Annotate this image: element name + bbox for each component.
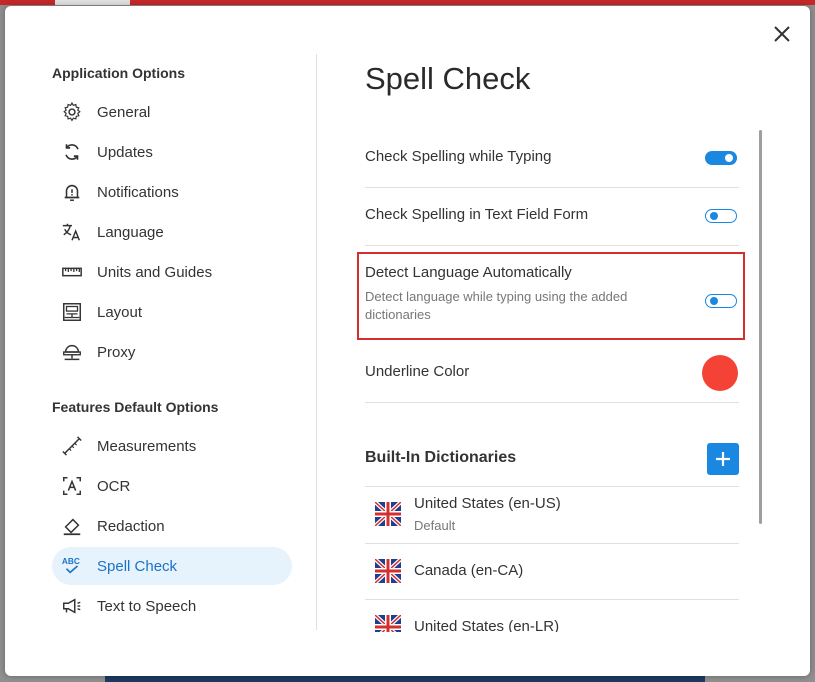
add-dictionary-button[interactable] bbox=[707, 443, 739, 475]
dictionary-name: United States (en-LR) bbox=[414, 618, 560, 632]
toggle-knob bbox=[710, 212, 718, 220]
dictionary-default-label: Default bbox=[414, 518, 456, 533]
sidebar-item-label: Units and Guides bbox=[97, 263, 213, 281]
translate-icon bbox=[60, 220, 84, 244]
gear-icon bbox=[60, 100, 84, 124]
sidebar-item-general[interactable]: General bbox=[52, 93, 292, 131]
sidebar-item-units-and-guides[interactable]: Units and Guides bbox=[52, 253, 292, 291]
svg-text:ABC: ABC bbox=[62, 557, 80, 566]
layout-icon bbox=[60, 300, 84, 324]
sidebar-item-measurements[interactable]: Measurements bbox=[52, 427, 292, 465]
proxy-icon bbox=[60, 340, 84, 364]
section-title-features-default-options: Features Default Options bbox=[52, 399, 219, 415]
page-title: Spell Check bbox=[365, 61, 531, 96]
sidebar-item-spell-check[interactable]: ABC Spell Check bbox=[52, 547, 292, 585]
sidebar-item-language[interactable]: Language bbox=[52, 213, 292, 251]
setting-row-check-spelling-typing: Check Spelling while Typing bbox=[365, 130, 739, 188]
dictionary-item[interactable]: Canada (en-CA) bbox=[365, 543, 739, 600]
background-tab bbox=[55, 0, 130, 5]
scrollbar[interactable] bbox=[759, 130, 762, 524]
ruler-icon bbox=[60, 260, 84, 284]
bell-icon bbox=[60, 180, 84, 204]
toggle-check-spelling-field[interactable] bbox=[705, 209, 737, 223]
eraser-icon bbox=[60, 514, 84, 538]
sidebar-item-updates[interactable]: Updates bbox=[52, 133, 292, 171]
sidebar-item-label: Text to Speech bbox=[97, 597, 197, 615]
uk-flag-icon bbox=[375, 615, 401, 632]
sidebar-item-label: Measurements bbox=[97, 437, 197, 455]
sidebar-item-text-to-speech[interactable]: Text to Speech bbox=[52, 587, 292, 625]
setting-label: Check Spelling in Text Field Form bbox=[365, 206, 589, 223]
uk-flag-icon bbox=[375, 502, 401, 526]
sidebar-divider bbox=[316, 54, 317, 630]
spellcheck-icon: ABC bbox=[60, 554, 84, 578]
close-icon bbox=[774, 26, 790, 42]
sidebar-item-label: Spell Check bbox=[97, 557, 178, 575]
dictionary-name: United States (en-US) bbox=[414, 495, 561, 512]
setting-label: Underline Color bbox=[365, 363, 470, 380]
sidebar-item-label: OCR bbox=[97, 477, 131, 495]
sidebar-item-label: Language bbox=[97, 223, 164, 241]
sidebar-item-label: Notifications bbox=[97, 183, 179, 201]
uk-flag-icon bbox=[375, 559, 401, 583]
megaphone-icon bbox=[60, 594, 84, 618]
dictionaries-title: Built-In Dictionaries bbox=[365, 449, 517, 466]
highlight-annotation bbox=[357, 252, 745, 340]
sidebar-item-redaction[interactable]: Redaction bbox=[52, 507, 292, 545]
toggle-check-spelling-typing[interactable] bbox=[705, 151, 737, 165]
dictionary-name: Canada (en-CA) bbox=[414, 562, 524, 579]
measure-icon bbox=[60, 434, 84, 458]
settings-sidebar: Application Options General Updates Noti… bbox=[5, 6, 317, 676]
underline-color-swatch[interactable] bbox=[702, 355, 738, 391]
sidebar-item-label: General bbox=[97, 103, 151, 121]
dictionary-item[interactable]: United States (en-US) Default bbox=[365, 486, 739, 543]
sidebar-item-label: Layout bbox=[97, 303, 143, 321]
refresh-icon bbox=[60, 140, 84, 164]
section-title-application-options: Application Options bbox=[52, 65, 185, 81]
sidebar-item-label: Updates bbox=[97, 143, 153, 161]
sidebar-item-ocr[interactable]: OCR bbox=[52, 467, 292, 505]
sidebar-item-layout[interactable]: Layout bbox=[52, 293, 292, 331]
setting-label: Check Spelling while Typing bbox=[365, 148, 552, 165]
sidebar-item-label: Redaction bbox=[97, 517, 165, 535]
close-button[interactable] bbox=[770, 22, 794, 46]
sidebar-item-label: Proxy bbox=[97, 343, 136, 361]
dictionary-item[interactable]: United States (en-LR) bbox=[365, 599, 739, 632]
setting-row-check-spelling-field: Check Spelling in Text Field Form bbox=[365, 188, 739, 246]
setting-row-underline-color: Underline Color bbox=[365, 346, 739, 403]
settings-dialog: Application Options General Updates Noti… bbox=[5, 6, 810, 676]
plus-icon bbox=[716, 452, 730, 466]
toggle-knob bbox=[725, 154, 733, 162]
sidebar-item-notifications[interactable]: Notifications bbox=[52, 173, 292, 211]
sidebar-item-proxy[interactable]: Proxy bbox=[52, 333, 292, 371]
ocr-icon bbox=[60, 474, 84, 498]
